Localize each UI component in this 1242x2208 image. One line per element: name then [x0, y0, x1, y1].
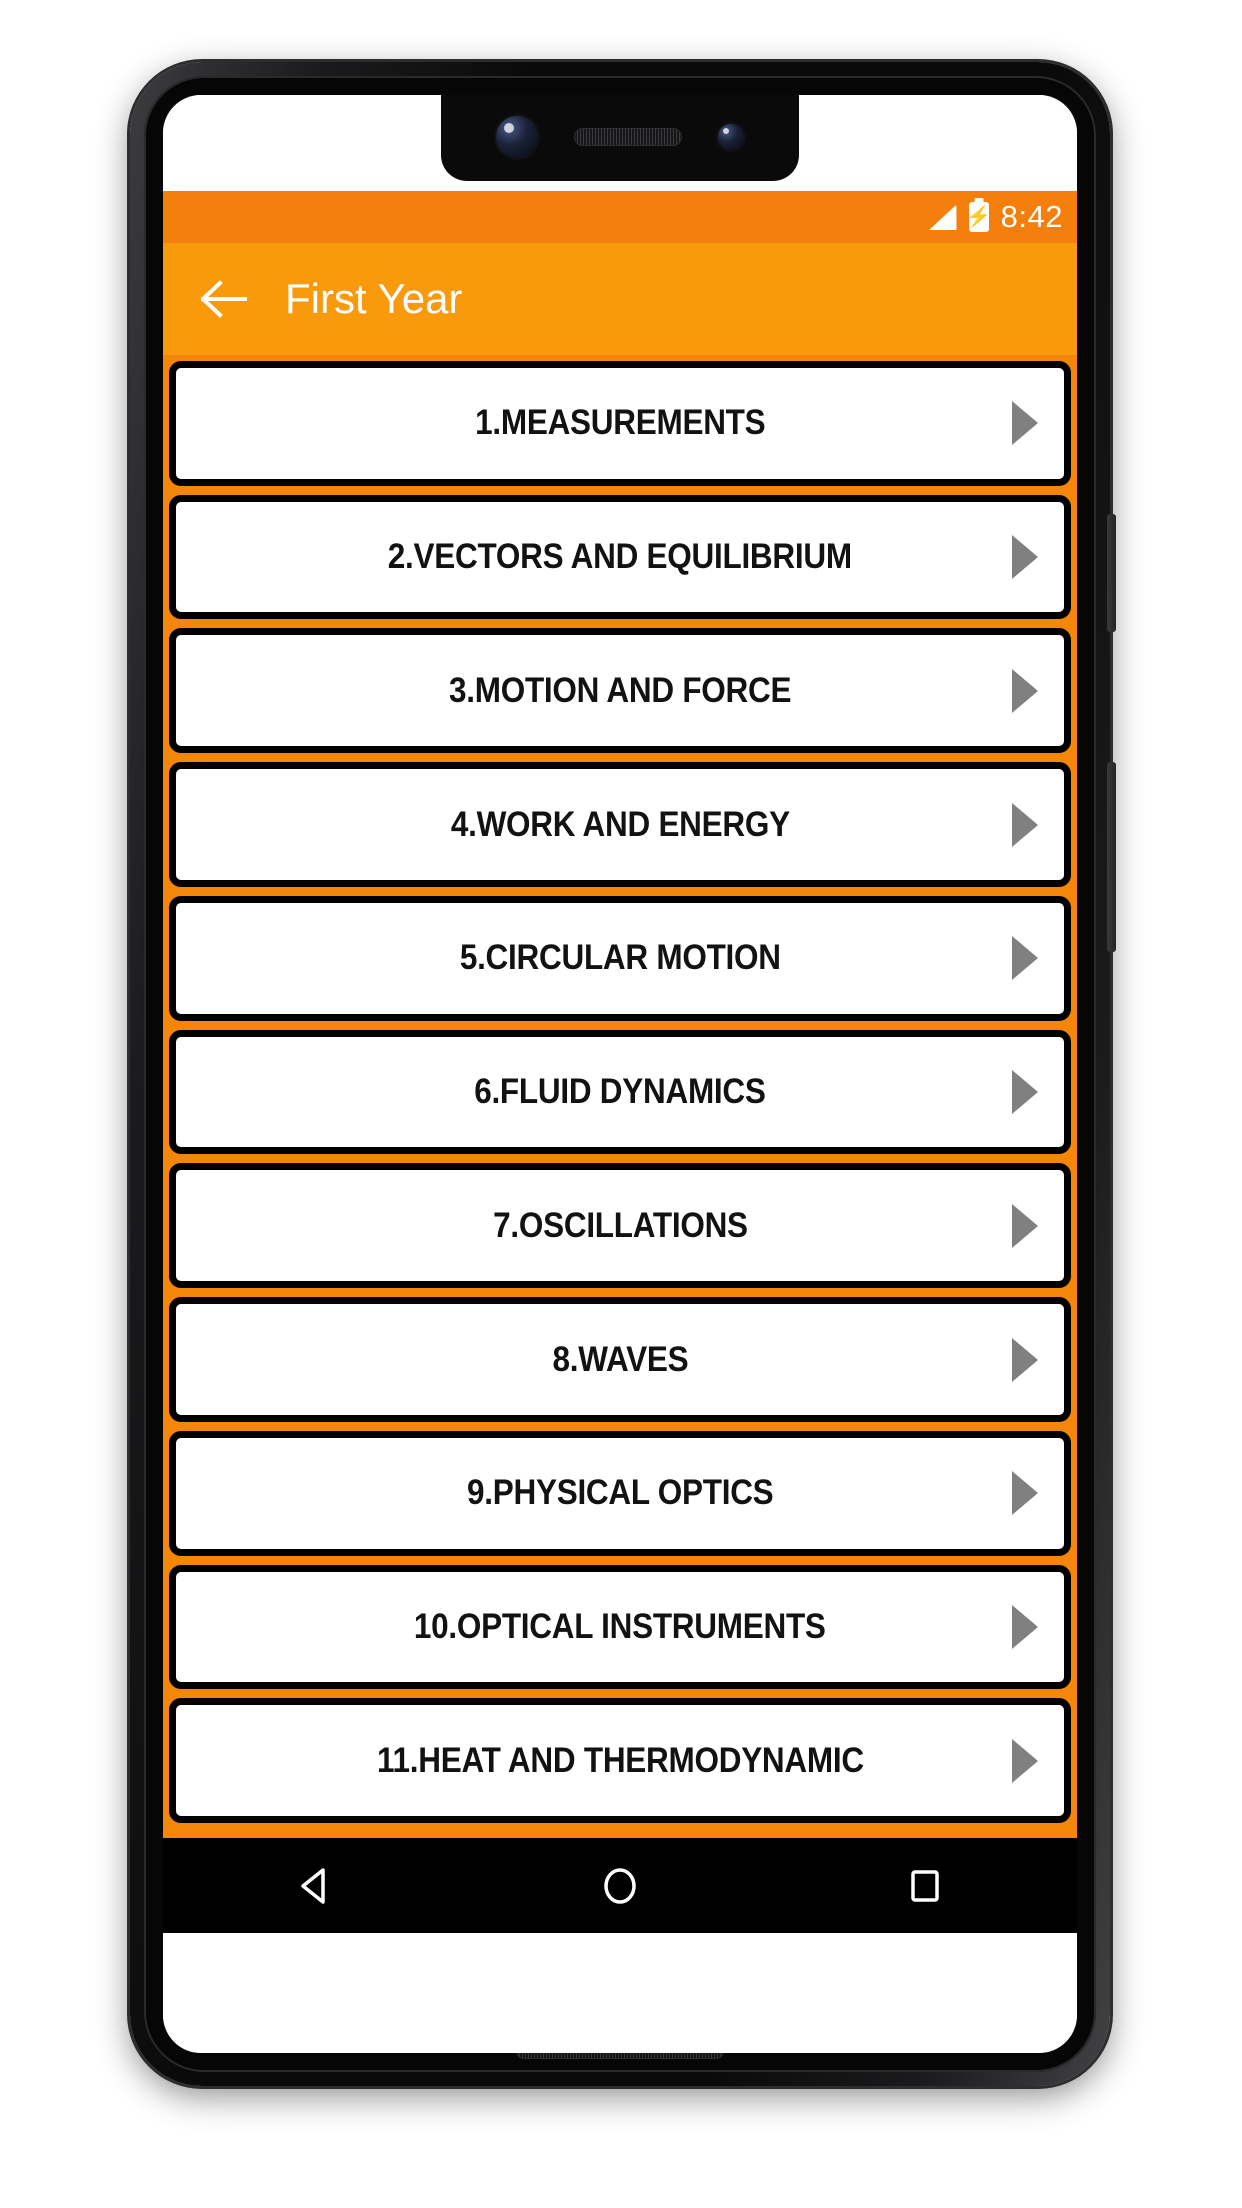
chevron-right-icon: [1012, 1738, 1038, 1783]
page-title: First Year: [285, 275, 463, 322]
screen-bottom-white-area: [163, 1933, 1077, 2053]
front-camera-icon: [496, 116, 538, 158]
chevron-right-icon: [1012, 401, 1038, 446]
list-item[interactable]: 1.MEASUREMENTS: [169, 361, 1071, 486]
chevron-right-icon: [1012, 1070, 1038, 1115]
chevron-right-icon: [1012, 802, 1038, 847]
chapter-label: 10.OPTICAL INSTRUMENTS: [414, 1606, 826, 1646]
nav-back-button[interactable]: [255, 1838, 375, 1933]
list-item[interactable]: 3.MOTION AND FORCE: [169, 628, 1071, 754]
chevron-right-icon: [1012, 1203, 1038, 1248]
device-notch: [441, 95, 799, 181]
back-button[interactable]: [185, 280, 263, 318]
chevron-right-icon: [1012, 1471, 1038, 1516]
signal-bars-icon: [928, 204, 957, 230]
earpiece-speaker-icon: [574, 128, 682, 146]
phone-device-frame: ⚡ 8:42 First Year 1.MEASUREMENTS 2.VECTO…: [130, 62, 1116, 2086]
charging-bolt-icon: ⚡: [966, 206, 992, 228]
chevron-right-icon: [1012, 1337, 1038, 1382]
list-item[interactable]: 11.HEAT AND THERMODYNAMIC: [169, 1698, 1071, 1824]
list-item[interactable]: 7.OSCILLATIONS: [169, 1163, 1071, 1289]
list-item[interactable]: 8.WAVES: [169, 1297, 1071, 1422]
chapter-label: 1.MEASUREMENTS: [474, 403, 766, 443]
chapter-label: 8.WAVES: [552, 1339, 688, 1379]
chapter-label: 4.WORK AND ENERGY: [450, 804, 790, 844]
status-bar-clock: 8:42: [1000, 199, 1063, 234]
list-item[interactable]: 9.PHYSICAL OPTICS: [169, 1430, 1071, 1556]
nav-recents-button[interactable]: [865, 1838, 985, 1933]
phone-screen: ⚡ 8:42 First Year 1.MEASUREMENTS 2.VECTO…: [163, 95, 1077, 2053]
list-item[interactable]: 5.CIRCULAR MOTION: [169, 895, 1071, 1021]
chapter-label: 6.FLUID DYNAMICS: [474, 1072, 766, 1112]
chevron-right-icon: [1012, 1604, 1038, 1649]
list-item[interactable]: 4.WORK AND ENERGY: [169, 762, 1071, 887]
chapter-label: 5.CIRCULAR MOTION: [459, 938, 781, 978]
list-item[interactable]: 2.VECTORS AND EQUILIBRIUM: [169, 494, 1071, 620]
chapter-label: 11.HEAT AND THERMODYNAMIC: [376, 1740, 864, 1780]
volume-rocker-button[interactable]: [1107, 762, 1116, 952]
chevron-right-icon: [1012, 668, 1038, 713]
chapter-label: 7.OSCILLATIONS: [492, 1205, 748, 1245]
status-bar: ⚡ 8:42: [163, 191, 1077, 243]
front-camera-secondary-icon: [718, 124, 744, 150]
chapter-label: 9.PHYSICAL OPTICS: [466, 1473, 774, 1513]
power-button[interactable]: [1107, 514, 1116, 632]
chapter-list[interactable]: 1.MEASUREMENTS 2.VECTORS AND EQUILIBRIUM…: [163, 355, 1077, 1838]
list-item[interactable]: 6.FLUID DYNAMICS: [169, 1029, 1071, 1155]
back-arrow-icon: [201, 280, 247, 318]
app-bar: First Year: [163, 243, 1077, 355]
home-circle-icon: [604, 1867, 636, 1904]
back-triangle-icon: [301, 1867, 326, 1904]
chapter-label: 2.VECTORS AND EQUILIBRIUM: [387, 537, 853, 577]
chevron-right-icon: [1012, 535, 1038, 580]
battery-charging-icon: ⚡: [966, 202, 992, 232]
recents-square-icon: [910, 1869, 939, 1902]
chevron-right-icon: [1012, 936, 1038, 981]
chapter-label: 3.MOTION AND FORCE: [448, 670, 792, 710]
android-navigation-bar: [163, 1838, 1077, 1933]
nav-home-button[interactable]: [560, 1838, 680, 1933]
list-item[interactable]: 10.OPTICAL INSTRUMENTS: [169, 1564, 1071, 1690]
